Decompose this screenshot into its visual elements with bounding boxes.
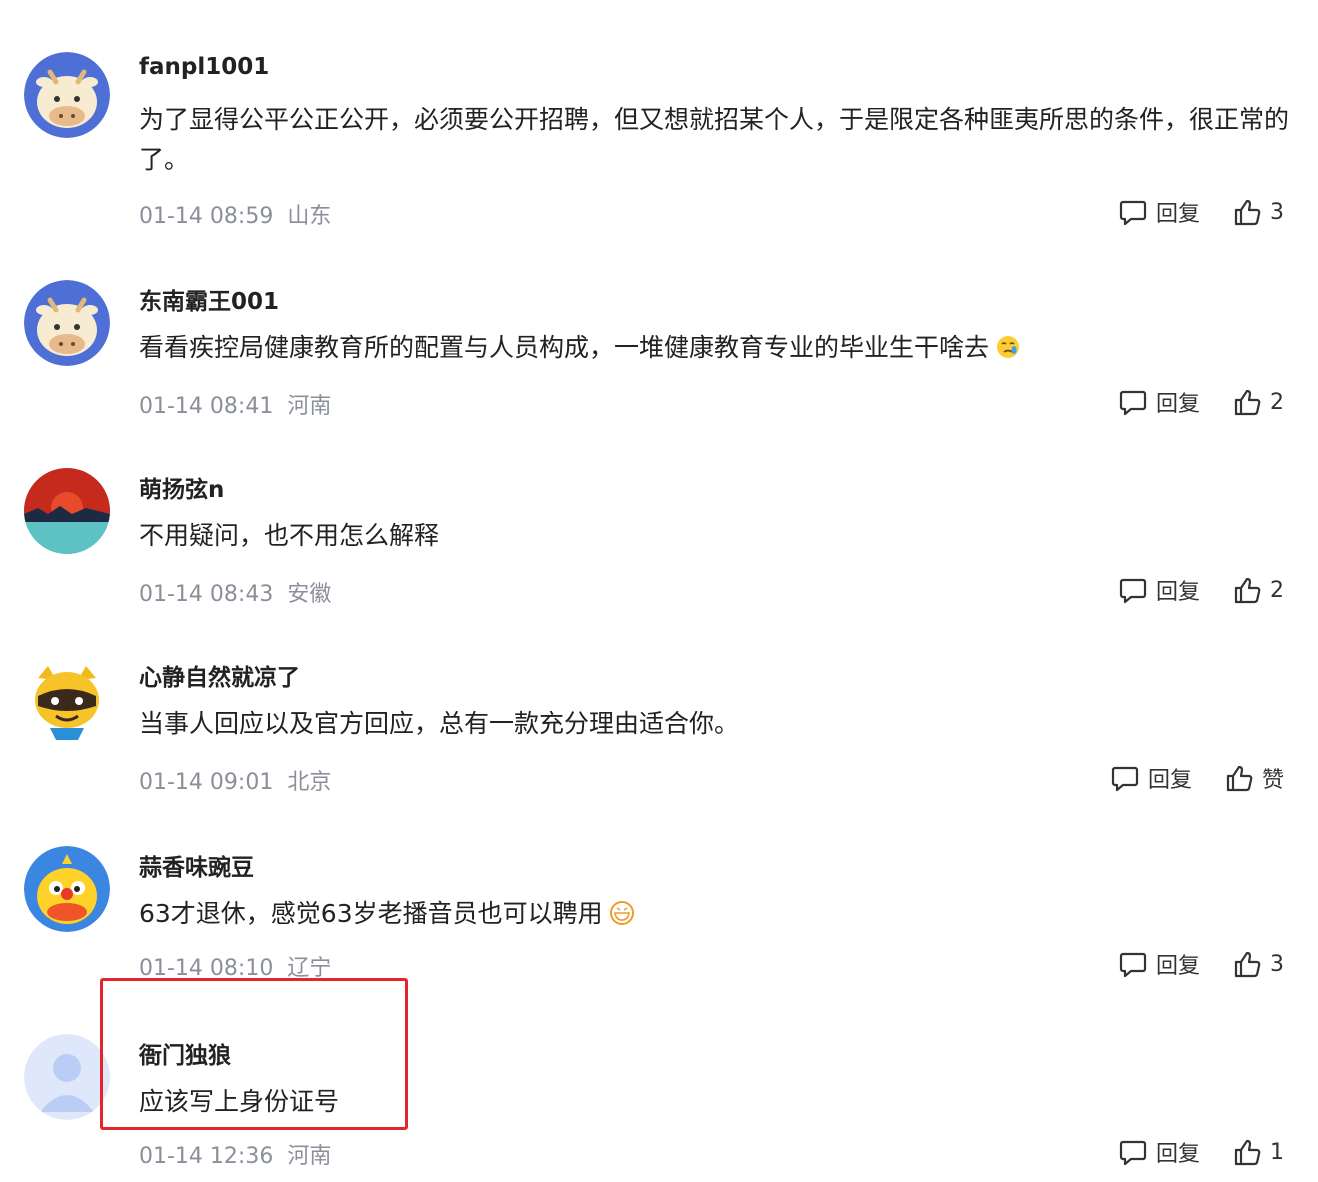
like-count: 赞 xyxy=(1261,768,1284,793)
grinning-face-emoji xyxy=(609,898,635,938)
comment-actions: 回复 3 xyxy=(1118,948,1284,980)
comment-bubble-icon xyxy=(1119,390,1147,416)
username[interactable]: 萌扬弦n xyxy=(139,470,224,504)
raccoon-avatar[interactable] xyxy=(24,656,110,742)
comment-meta: 01-14 08:43 安徽 xyxy=(139,576,331,608)
timestamp: 01-14 08:59 xyxy=(139,204,274,229)
cow-avatar[interactable] xyxy=(24,52,110,138)
comment-actions: 回复 1 xyxy=(1118,1136,1284,1168)
like-count: 1 xyxy=(1270,1139,1284,1165)
location: 安徽 xyxy=(287,582,332,607)
reply-label: 回复 xyxy=(1155,954,1200,979)
like-count: 2 xyxy=(1270,389,1284,415)
comment-bubble-icon xyxy=(1119,1140,1147,1166)
like-button[interactable]: 3 xyxy=(1232,949,1284,979)
comment-bubble-icon xyxy=(1119,578,1147,604)
highlight-box xyxy=(100,978,408,1130)
comment-text: 不用疑问，也不用怎么解释 xyxy=(139,521,440,550)
like-button[interactable]: 3 xyxy=(1232,197,1284,227)
comment-meta: 01-14 09:01 北京 xyxy=(139,764,331,796)
reply-label: 回复 xyxy=(1155,392,1200,417)
username[interactable]: 心静自然就凉了 xyxy=(139,658,300,692)
comment-text-body: 看看疾控局健康教育所的配置与人员构成，一堆健康教育专业的毕业生干啥去 xyxy=(139,333,990,362)
reply-button[interactable]: 回复 xyxy=(1118,1136,1200,1168)
comment-bubble-icon xyxy=(1111,766,1139,792)
timestamp: 01-14 08:41 xyxy=(139,394,274,419)
reply-button[interactable]: 回复 xyxy=(1118,574,1200,606)
comment-text: 63才退休，感觉63岁老播音员也可以聘用 xyxy=(139,894,1289,938)
comment-text-body: 63才退休，感觉63岁老播音员也可以聘用 xyxy=(139,899,603,928)
like-button[interactable]: 2 xyxy=(1232,387,1284,417)
like-count: 3 xyxy=(1270,951,1284,977)
username[interactable]: fanpl1001 xyxy=(139,54,269,80)
thumbs-up-icon xyxy=(1234,577,1261,604)
comment-text: 看看疾控局健康教育所的配置与人员构成，一堆健康教育专业的毕业生干啥去 xyxy=(139,328,1289,372)
comment-actions: 回复 3 xyxy=(1118,196,1284,228)
comment-bubble-icon xyxy=(1119,200,1147,226)
comment-meta: 01-14 12:36 河南 xyxy=(139,1138,331,1170)
reply-button[interactable]: 回复 xyxy=(1118,386,1200,418)
thumbs-up-icon xyxy=(1234,951,1261,978)
reply-button[interactable]: 回复 xyxy=(1118,196,1200,228)
location: 北京 xyxy=(287,770,332,795)
comment-text: 当事人回应以及官方回应，总有一款充分理由适合你。 xyxy=(139,709,740,738)
like-count: 2 xyxy=(1270,577,1284,603)
comment-actions: 回复 2 xyxy=(1118,386,1284,418)
default-avatar[interactable] xyxy=(24,1034,110,1120)
timestamp: 01-14 12:36 xyxy=(139,1144,274,1169)
username[interactable]: 蒜香味豌豆 xyxy=(139,848,254,882)
location: 河南 xyxy=(287,1144,332,1169)
duck-avatar[interactable] xyxy=(24,846,110,932)
reply-label: 回复 xyxy=(1155,1142,1200,1167)
thumbs-up-icon xyxy=(1234,1139,1261,1166)
like-button[interactable]: 1 xyxy=(1232,1137,1284,1167)
reply-label: 回复 xyxy=(1147,768,1192,793)
location: 山东 xyxy=(287,204,332,229)
username[interactable]: 东南霸王001 xyxy=(139,282,279,316)
crying-face-emoji xyxy=(995,332,1021,372)
comment-meta: 01-14 08:41 河南 xyxy=(139,388,331,420)
comment-bubble-icon xyxy=(1119,952,1147,978)
like-button[interactable]: 2 xyxy=(1232,575,1284,605)
reply-label: 回复 xyxy=(1155,580,1200,605)
comment-actions: 回复 赞 xyxy=(1110,762,1284,794)
thumbs-up-icon xyxy=(1234,199,1261,226)
location: 河南 xyxy=(287,394,332,419)
like-count: 3 xyxy=(1270,199,1284,225)
timestamp: 01-14 08:43 xyxy=(139,582,274,607)
thumbs-up-icon xyxy=(1226,765,1253,792)
comment-text: 为了显得公平公正公开，必须要公开招聘，但又想就招某个人，于是限定各种匪夷所思的条… xyxy=(139,105,1290,174)
reply-button[interactable]: 回复 xyxy=(1110,762,1192,794)
timestamp: 01-14 09:01 xyxy=(139,770,274,795)
reply-button[interactable]: 回复 xyxy=(1118,948,1200,980)
reply-label: 回复 xyxy=(1155,202,1200,227)
comment-actions: 回复 2 xyxy=(1118,574,1284,606)
cow-avatar[interactable] xyxy=(24,280,110,366)
comment-meta: 01-14 08:59 山东 xyxy=(139,198,331,230)
thumbs-up-icon xyxy=(1234,389,1261,416)
sunset-avatar[interactable] xyxy=(24,468,110,554)
like-button[interactable]: 赞 xyxy=(1224,762,1284,794)
